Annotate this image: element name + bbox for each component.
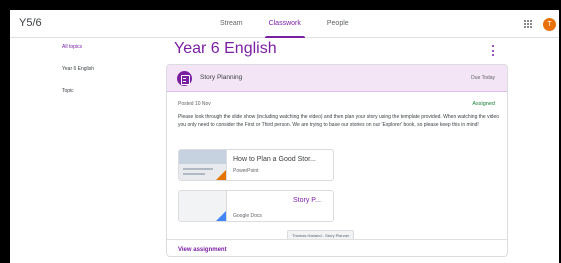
more-options-icon[interactable] xyxy=(491,45,495,56)
assignment-icon xyxy=(177,71,192,86)
assignment-instructions: Please look through the slide show (incl… xyxy=(178,114,500,128)
assignment-header[interactable]: Story Planning Due Today xyxy=(167,65,507,92)
tab-bar: Stream Classwork People xyxy=(220,10,375,38)
attachment-type: PowerPoint xyxy=(233,168,259,174)
sidebar-item-year-6-english[interactable]: Year 6 English xyxy=(62,64,94,86)
attachment-type: Google Docs xyxy=(233,213,262,219)
tab-classwork[interactable]: Classwork xyxy=(264,10,306,38)
avatar[interactable]: T xyxy=(543,18,556,31)
due-date: Due Today xyxy=(471,75,495,81)
sidebar-item-topic[interactable]: Topic xyxy=(62,86,94,108)
powerpoint-thumbnail-icon xyxy=(179,150,227,180)
attachment-title: How to Plan a Good Stor... xyxy=(233,156,316,163)
posted-date: Posted 10 Nov xyxy=(178,101,211,107)
top-bar: Y5/6 Stream Classwork People T xyxy=(10,10,559,38)
divider xyxy=(167,239,507,240)
attachment-title: Story P... xyxy=(293,197,321,204)
assignment-title: Story Planning xyxy=(200,74,243,81)
google-docs-thumbnail-icon xyxy=(179,191,227,221)
classroom-window: Y5/6 Stream Classwork People T All topic… xyxy=(10,10,559,263)
view-assignment-link[interactable]: View assignment xyxy=(178,247,227,253)
attachment-google-doc[interactable]: Story P... Google Docs xyxy=(178,190,334,222)
sidebar-item-all-topics[interactable]: All topics xyxy=(62,42,94,64)
tab-people[interactable]: People xyxy=(327,10,349,38)
tab-stream[interactable]: Stream xyxy=(220,10,243,38)
assignment-card: Story Planning Due Today Posted 10 Nov A… xyxy=(166,64,508,257)
page-title: Year 6 English xyxy=(174,40,277,57)
attachment-powerpoint[interactable]: How to Plan a Good Stor... PowerPoint xyxy=(178,149,334,181)
apps-grid-icon[interactable] xyxy=(524,20,532,28)
class-name[interactable]: Y5/6 xyxy=(19,17,42,29)
topics-sidebar: All topics Year 6 English Topic xyxy=(62,42,94,108)
status-badge: Assigned xyxy=(472,101,495,107)
